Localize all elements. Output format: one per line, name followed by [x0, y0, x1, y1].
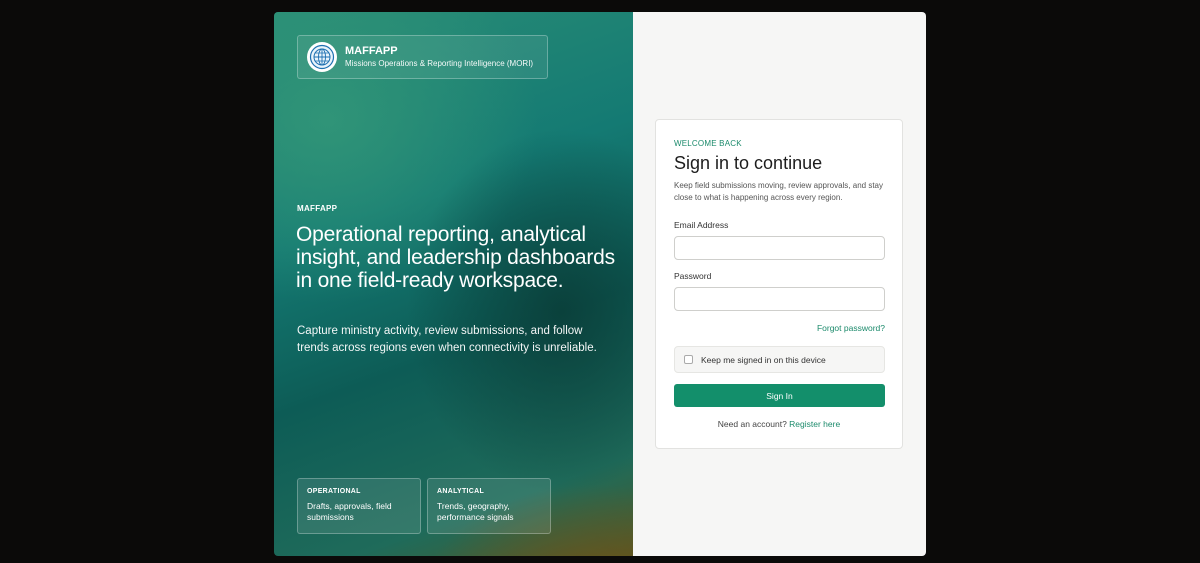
app-window: MAFFAPP Missions Operations & Reporting …	[274, 12, 926, 556]
login-description: Keep field submissions moving, review ap…	[674, 181, 883, 202]
remember-me-label: Keep me signed in on this device	[701, 354, 826, 365]
register-link[interactable]: Register here	[789, 419, 840, 429]
login-panel: WELCOME BACK Sign in to continue Keep fi…	[633, 12, 926, 556]
tile-title: OPERATIONAL	[307, 488, 361, 495]
tile-body: Drafts, approvals, field submissions	[307, 501, 392, 522]
sign-in-button[interactable]: Sign In	[674, 384, 885, 407]
register-prompt: Need an account?	[717, 419, 790, 429]
operational-tile: OPERATIONAL Drafts, approvals, field sub…	[297, 478, 421, 534]
brand-subtitle: Missions Operations & Reporting Intellig…	[345, 59, 534, 68]
brand-header: MAFFAPP Missions Operations & Reporting …	[297, 35, 548, 79]
forgot-password-link[interactable]: Forgot password?	[817, 323, 885, 333]
email-field[interactable]	[674, 236, 885, 260]
login-card: WELCOME BACK Sign in to continue Keep fi…	[655, 119, 903, 449]
password-label: Password	[674, 271, 712, 281]
remember-me-row[interactable]: Keep me signed in on this device	[674, 346, 885, 373]
hero-panel: MAFFAPP Missions Operations & Reporting …	[274, 12, 633, 556]
password-field[interactable]	[674, 287, 885, 311]
globe-icon	[307, 42, 337, 72]
email-label: Email Address	[674, 220, 729, 230]
tile-body: Trends, geography, performance signals	[437, 501, 514, 522]
hero-lede: Capture ministry activity, review submis…	[297, 325, 597, 354]
remember-me-checkbox[interactable]	[684, 355, 693, 364]
login-title: Sign in to continue	[674, 153, 823, 173]
tile-title: ANALYTICAL	[437, 488, 485, 495]
brand-name: MAFFAPP	[345, 45, 398, 57]
analytical-tile: ANALYTICAL Trends, geography, performanc…	[427, 478, 551, 534]
welcome-kicker: WELCOME BACK	[674, 139, 742, 148]
hero-headline: Operational reporting, analytical insigh…	[296, 223, 615, 292]
register-row: Need an account? Register here	[656, 419, 902, 429]
hero-eyebrow: MAFFAPP	[297, 204, 338, 213]
